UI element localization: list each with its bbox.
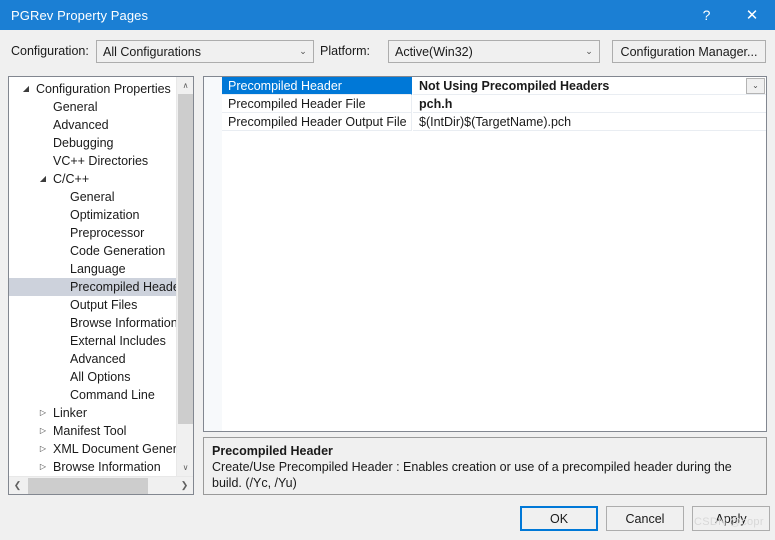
tree-item-label: C/C++ [53,172,90,186]
title-bar: PGRev Property Pages ? ✕ [0,0,775,30]
tree-item[interactable]: Advanced [9,350,176,368]
ok-button[interactable]: OK [520,506,598,531]
window-title: PGRev Property Pages [11,7,149,23]
platform-dropdown-value: Active(Win32) [395,44,473,59]
tree-item[interactable]: Debugging [9,134,176,152]
configuration-tree-viewport: ◢ Configuration Properties General Advanced… [9,77,176,476]
tree-item-label: Advanced [53,118,109,132]
configuration-tree: ◢ Configuration Properties General Advanced… [9,80,176,476]
tree-item[interactable]: ▷ Linker [9,404,176,422]
tree-item-label: Code Generation [70,244,166,258]
property-name[interactable]: Precompiled Header Output File [222,113,412,131]
tree-item[interactable]: Language [9,260,176,278]
tree-item[interactable]: ▷ Manifest Tool [9,422,176,440]
property-value[interactable]: pch.h [413,95,766,113]
tree-item-label: Manifest Tool [53,424,127,438]
property-row[interactable]: Precompiled Header Output File $(IntDir)$… [222,113,766,131]
tree-item-label: Linker [53,406,88,420]
tree-item[interactable]: ◢ C/C++ [9,170,176,188]
help-icon[interactable]: ? [684,0,729,30]
scroll-right-icon[interactable]: ❯ [176,477,193,494]
tree-horizontal-scrollbar-thumb[interactable] [28,478,148,494]
tree-item[interactable]: ▷XML Document Generator [9,440,176,458]
configuration-dropdown[interactable]: All Configurations ⌄ [96,40,314,63]
tree-vertical-scrollbar[interactable]: ∧ ∨ [176,77,193,476]
tree-item[interactable]: General [9,188,176,206]
tree-item-label: Configuration Properties [36,82,171,96]
property-grid: Precompiled Header Not Using Precompiled … [203,76,767,432]
expand-arrow-icon[interactable]: ◢ [19,80,33,98]
configuration-bar: Configuration: All Configurations ⌄ Plat… [0,30,775,72]
property-description-panel: Precompiled Header Create/Use Precompile… [203,437,767,495]
tree-item[interactable]: Optimization [9,206,176,224]
tree-item-label: External Includes [70,334,166,348]
scroll-down-icon[interactable]: ∨ [177,459,193,476]
collapse-arrow-icon[interactable]: ▷ [36,422,50,440]
property-name[interactable]: Precompiled Header File [222,95,412,113]
tree-item[interactable]: All Options [9,368,176,386]
tree-item-label: Output Files [70,298,138,312]
property-value[interactable]: Not Using Precompiled Headers [413,77,766,95]
property-value-dropdown-icon[interactable]: ⌄ [746,78,765,94]
tree-item-label: Advanced [70,352,126,366]
tree-item-label: General [70,190,115,204]
apply-button[interactable]: Apply [692,506,770,531]
tree-item[interactable]: External Includes [9,332,176,350]
collapse-arrow-icon[interactable]: ▷ [36,458,50,476]
chevron-down-icon: ⌄ [585,45,593,56]
tree-item-label: Browse Information [70,316,176,330]
property-row[interactable]: Precompiled Header File pch.h [222,95,766,113]
close-icon[interactable]: ✕ [729,0,775,30]
tree-item-label: Debugging [53,136,114,150]
chevron-down-icon: ⌄ [299,45,307,56]
tree-item[interactable]: General [9,98,176,116]
tree-horizontal-scrollbar[interactable]: ❮ ❯ [9,476,193,494]
tree-item[interactable]: Output Files [9,296,176,314]
property-description-title: Precompiled Header [212,444,333,458]
tree-item[interactable]: Browse Information [9,314,176,332]
property-name[interactable]: Precompiled Header [222,77,412,95]
tree-item[interactable]: Command Line [9,386,176,404]
property-row[interactable]: Precompiled Header Not Using Precompiled … [222,77,766,95]
platform-label: Platform: [320,44,371,58]
property-description-body: Create/Use Precompiled Header : Enables … [212,460,732,490]
tree-item-label: Precompiled Headers [70,280,176,294]
tree-item-label: Language [70,262,126,276]
platform-dropdown[interactable]: Active(Win32) ⌄ [388,40,600,63]
property-pages-dialog: PGRev Property Pages ? ✕ Configuration: … [0,0,775,540]
configuration-dropdown-value: All Configurations [103,44,201,59]
collapse-arrow-icon[interactable]: ▷ [36,440,50,458]
scroll-up-icon[interactable]: ∧ [177,77,193,94]
tree-item[interactable]: ▷ Browse Information [9,458,176,476]
scroll-left-icon[interactable]: ❮ [9,477,26,494]
tree-item-label: VC++ Directories [53,154,149,168]
tree-item[interactable]: Code Generation [9,242,176,260]
tree-item[interactable]: Advanced [9,116,176,134]
tree-item-label: XML Document Generator [53,442,176,456]
tree-item-label: All Options [70,370,131,384]
configuration-label: Configuration: [11,44,89,58]
property-value[interactable]: $(IntDir)$(TargetName).pch [413,113,766,131]
tree-item-label: Browse Information [53,460,161,474]
tree-item[interactable]: Preprocessor [9,224,176,242]
tree-item-label: Command Line [70,388,155,402]
expand-arrow-icon[interactable]: ◢ [36,170,50,188]
collapse-arrow-icon[interactable]: ▷ [36,404,50,422]
tree-item[interactable]: ◢ Configuration Properties [9,80,176,98]
cancel-button[interactable]: Cancel [606,506,684,531]
tree-item-label: Optimization [70,208,140,222]
configuration-tree-panel: ◢ Configuration Properties General Advanced… [8,76,194,495]
property-grid-gutter [204,77,222,431]
tree-item-label: Preprocessor [70,226,145,240]
tree-item-label: General [53,100,98,114]
configuration-manager-button[interactable]: Configuration Manager... [612,40,766,63]
tree-vertical-scrollbar-thumb[interactable] [178,94,193,424]
tree-item[interactable]: Precompiled Headers [9,278,176,296]
tree-item[interactable]: VC++ Directories [9,152,176,170]
